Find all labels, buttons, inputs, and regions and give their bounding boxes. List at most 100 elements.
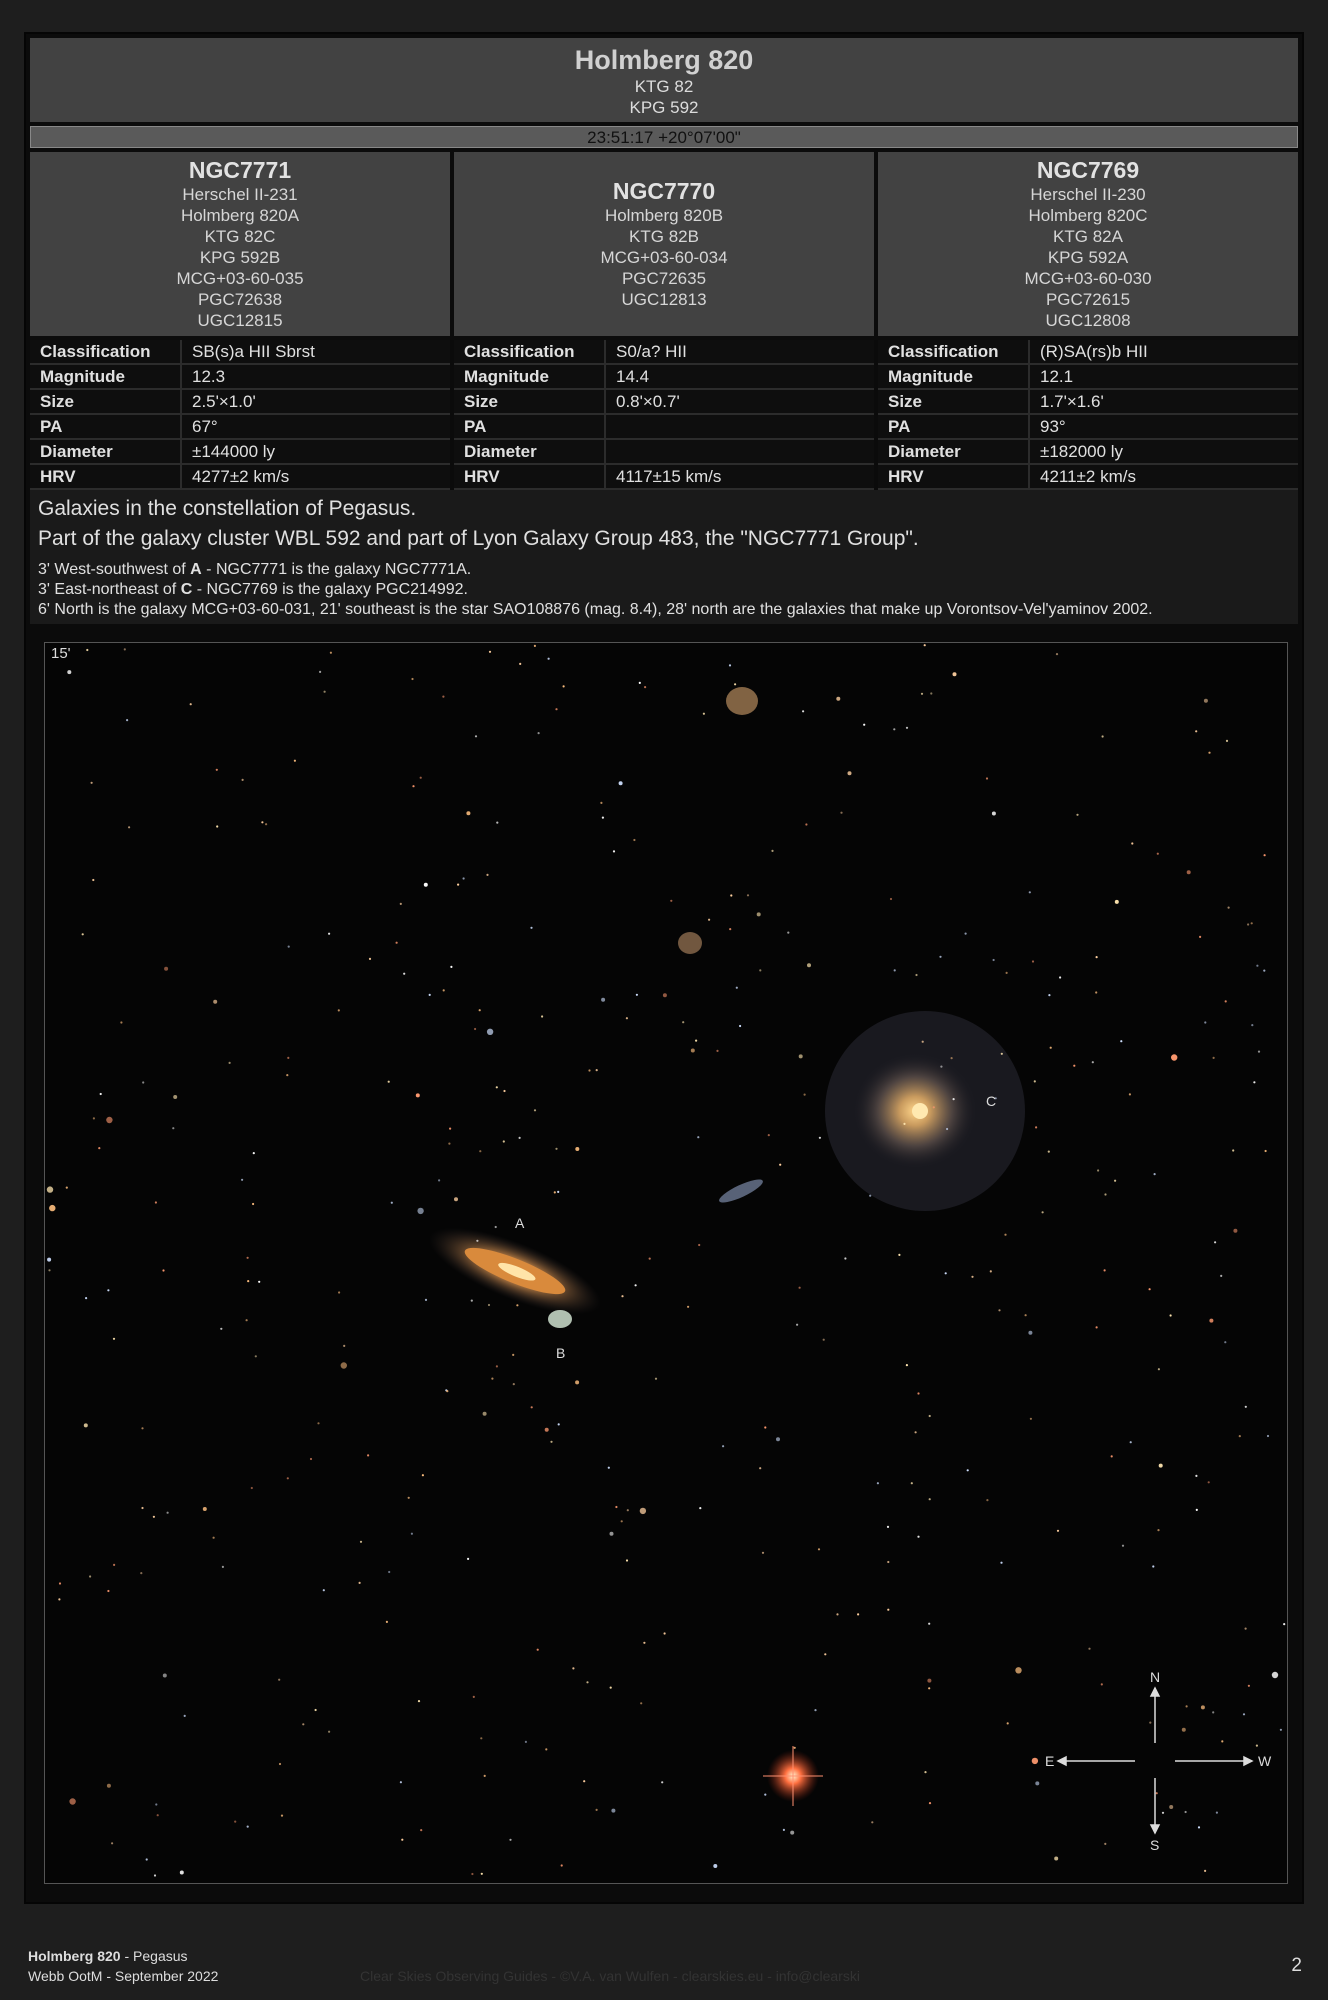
star bbox=[557, 1423, 560, 1426]
star bbox=[989, 1270, 992, 1273]
star bbox=[1097, 1169, 1100, 1172]
star bbox=[343, 1344, 346, 1347]
star bbox=[278, 1762, 282, 1766]
star bbox=[553, 1191, 556, 1194]
property-value: 93° bbox=[1029, 414, 1298, 440]
note-constellation: Galaxies in the constellation of Pegasus… bbox=[38, 497, 417, 520]
star bbox=[626, 1509, 629, 1512]
property-label: Classification bbox=[878, 340, 1030, 365]
star bbox=[48, 1269, 51, 1272]
star bbox=[442, 989, 445, 992]
star bbox=[474, 735, 478, 738]
star bbox=[86, 648, 89, 652]
star bbox=[625, 1559, 629, 1562]
scale-label: 15' bbox=[51, 645, 71, 662]
property-label: Magnitude bbox=[878, 364, 1030, 390]
star bbox=[1251, 1024, 1254, 1027]
star bbox=[1233, 1228, 1238, 1233]
star bbox=[764, 1426, 767, 1429]
galaxy-alias: UGC12808 bbox=[1045, 311, 1131, 330]
star bbox=[1047, 1150, 1050, 1153]
galaxy-alias: Holmberg 820C bbox=[1028, 206, 1148, 225]
star bbox=[625, 1017, 629, 1020]
star bbox=[1121, 1544, 1125, 1547]
star bbox=[917, 1392, 920, 1395]
star bbox=[486, 873, 489, 876]
star bbox=[708, 918, 711, 921]
sky-field bbox=[46, 644, 1286, 1877]
star bbox=[932, 1106, 935, 1109]
star bbox=[328, 1730, 331, 1733]
galaxy-column: NGC7770 Holmberg 820B KTG 82B MCG+03-60-… bbox=[454, 152, 874, 522]
footer-constellation: - Pegasus bbox=[120, 1948, 188, 1964]
property-label: Magnitude bbox=[454, 364, 606, 390]
star bbox=[278, 1678, 281, 1681]
star bbox=[836, 696, 841, 701]
compass bbox=[1056, 1686, 1254, 1835]
star bbox=[952, 1098, 955, 1101]
galaxy-alias: PGC72615 bbox=[1045, 290, 1131, 309]
star bbox=[424, 1298, 428, 1301]
star bbox=[1028, 891, 1031, 894]
star bbox=[358, 1581, 361, 1584]
star bbox=[85, 1297, 88, 1300]
star bbox=[1186, 870, 1191, 875]
star bbox=[612, 850, 616, 853]
galaxy-alias: PGC72635 bbox=[621, 269, 707, 288]
star bbox=[663, 1632, 666, 1635]
star bbox=[1185, 1705, 1188, 1708]
background-galaxy bbox=[726, 687, 758, 715]
galaxy-alias: KTG 82A bbox=[1053, 227, 1123, 246]
star bbox=[1204, 1021, 1207, 1024]
star bbox=[1048, 994, 1051, 997]
star bbox=[1244, 1405, 1247, 1408]
star bbox=[1114, 899, 1119, 904]
star bbox=[939, 955, 942, 958]
star bbox=[1247, 923, 1250, 926]
star bbox=[126, 719, 129, 722]
star bbox=[985, 777, 989, 780]
star bbox=[512, 1353, 515, 1356]
star bbox=[950, 1057, 953, 1060]
star bbox=[234, 1820, 237, 1823]
star bbox=[323, 690, 326, 693]
star bbox=[496, 821, 499, 824]
star bbox=[241, 778, 244, 781]
property-value: ±144000 ly bbox=[181, 439, 450, 465]
star bbox=[940, 1065, 943, 1068]
star bbox=[716, 1049, 719, 1052]
property-value: 4277±2 km/s bbox=[181, 464, 450, 490]
star bbox=[547, 657, 550, 660]
star bbox=[1169, 1805, 1174, 1809]
galaxy-alias: KPG 592B bbox=[199, 248, 281, 267]
background-galaxy bbox=[678, 932, 702, 954]
property-value: ±182000 ly bbox=[1029, 439, 1298, 465]
star bbox=[814, 1709, 817, 1712]
star bbox=[1104, 1193, 1107, 1196]
star bbox=[448, 1142, 451, 1145]
star bbox=[782, 1828, 786, 1831]
galaxy-alias: UGC12815 bbox=[197, 311, 283, 330]
star bbox=[998, 1309, 1001, 1312]
star bbox=[702, 712, 706, 715]
coordinates-bar: 23:51:17 +20°07'00" bbox=[30, 126, 1298, 148]
star bbox=[928, 1414, 931, 1418]
property-value bbox=[605, 439, 874, 465]
star bbox=[479, 1150, 482, 1153]
star bbox=[844, 1257, 847, 1260]
star bbox=[399, 902, 402, 905]
galaxy-alias: MCG+03-60-035 bbox=[176, 269, 304, 288]
star bbox=[106, 1783, 111, 1788]
galaxy-alias: KTG 82B bbox=[629, 227, 699, 246]
star bbox=[309, 1457, 313, 1461]
star bbox=[964, 932, 967, 935]
star bbox=[644, 686, 647, 689]
star bbox=[952, 672, 957, 677]
star bbox=[601, 997, 606, 1002]
star bbox=[412, 785, 415, 788]
star bbox=[1157, 1368, 1160, 1371]
star bbox=[98, 1147, 101, 1150]
property-row: Diameter bbox=[454, 439, 874, 465]
property-row: PA 93° bbox=[878, 414, 1298, 440]
star bbox=[65, 1186, 68, 1189]
